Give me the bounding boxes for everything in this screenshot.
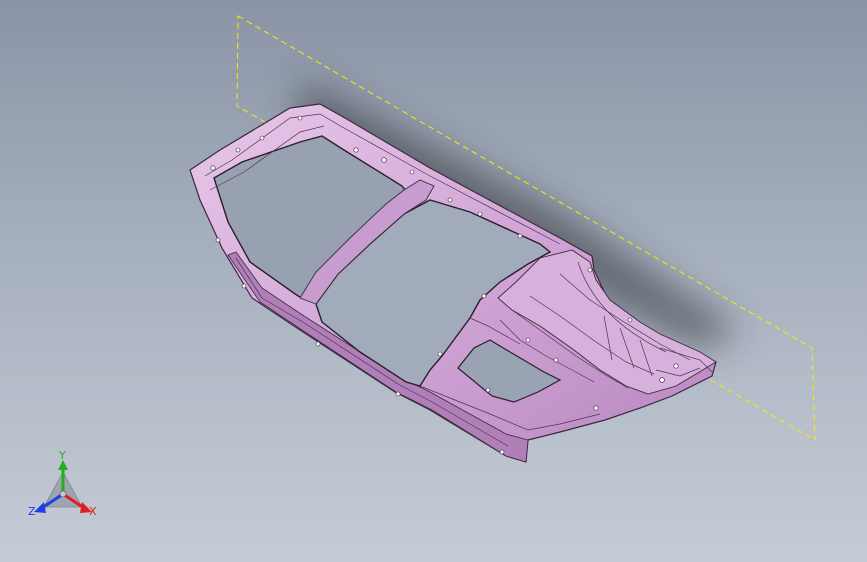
xyz-triad-icon[interactable]: Y X Z (28, 449, 97, 518)
model-canvas[interactable]: Y X Z (0, 0, 867, 562)
triad-z-label: Z (28, 505, 36, 518)
triad-x-label: X (89, 505, 97, 518)
triad-y-label: Y (58, 449, 66, 462)
triad-origin (59, 490, 67, 498)
triad-z-arrow (34, 502, 46, 513)
cad-3d-viewport[interactable]: Y X Z (0, 0, 867, 562)
